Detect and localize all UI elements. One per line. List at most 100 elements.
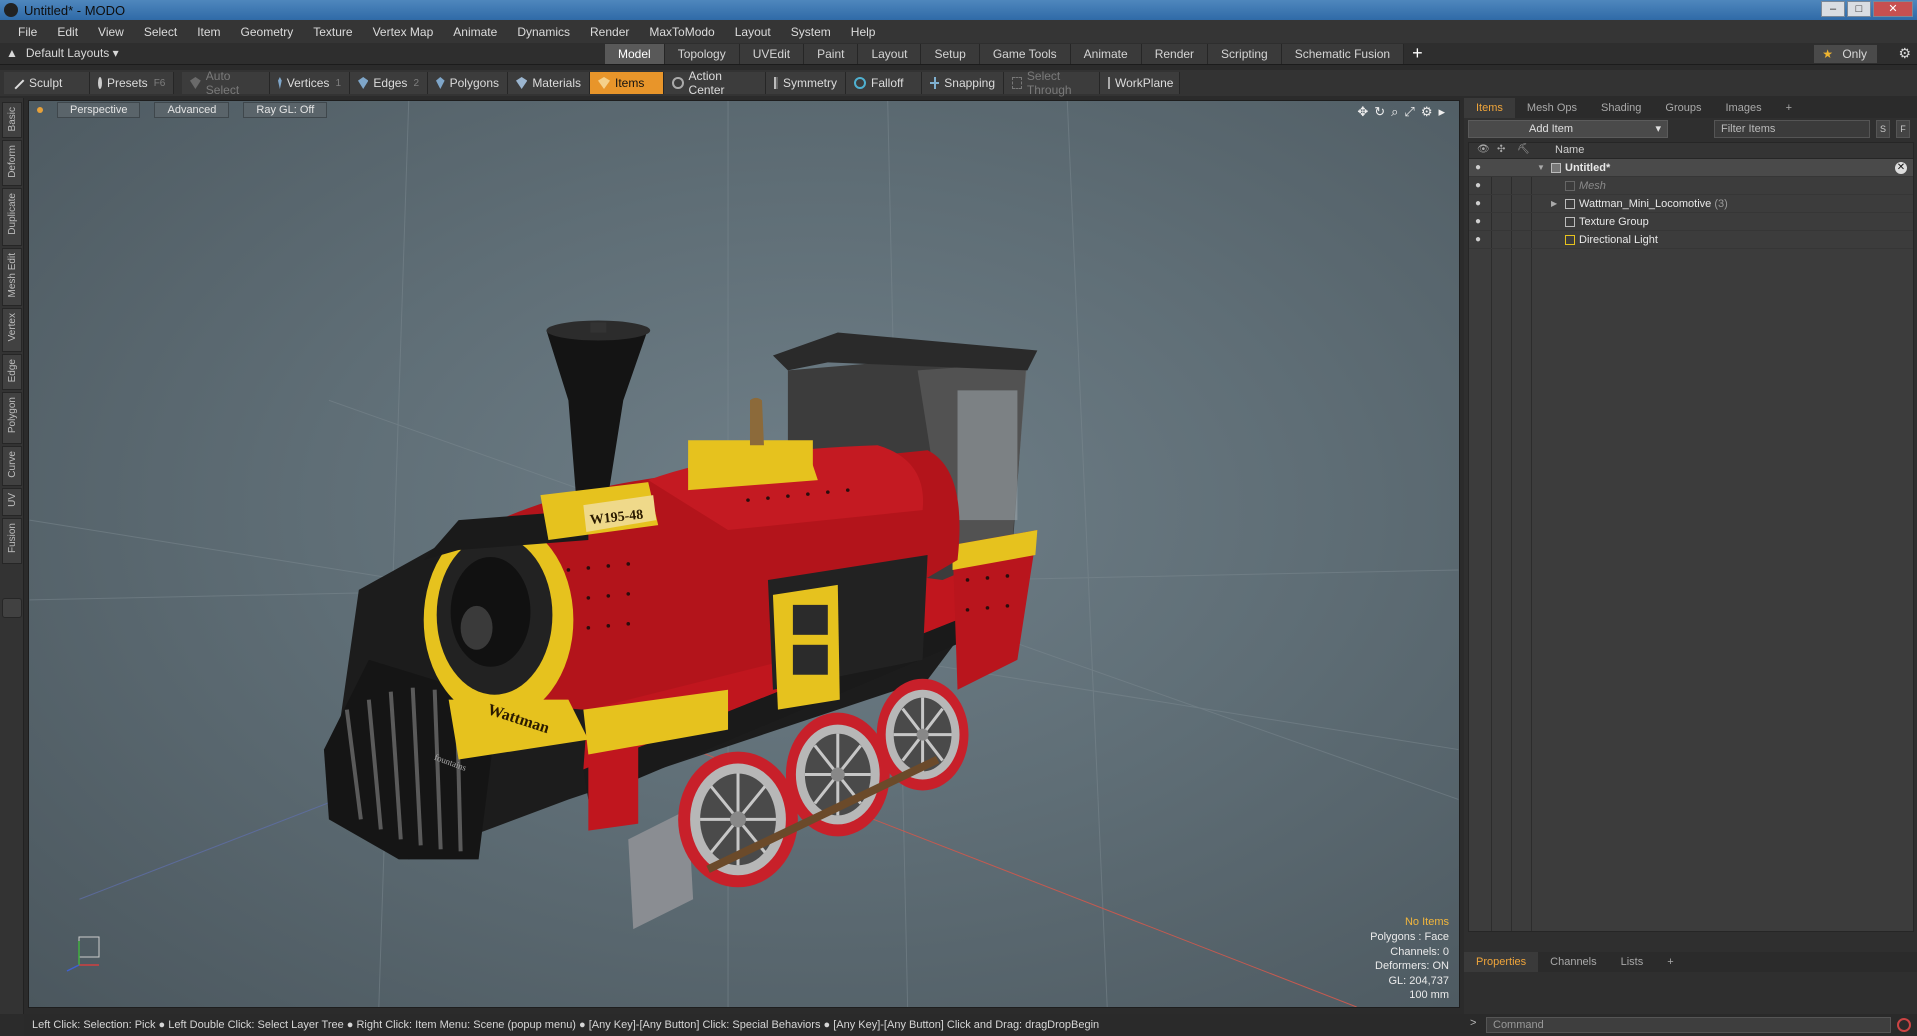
- materials-button[interactable]: Materials: [508, 72, 590, 94]
- select-through-button[interactable]: Select Through: [1004, 69, 1100, 97]
- tooltab-basic[interactable]: Basic: [2, 102, 22, 138]
- add-panel-tab-button[interactable]: +: [1774, 98, 1804, 118]
- tooltab-fusion[interactable]: Fusion: [2, 518, 22, 564]
- visibility-column-icon[interactable]: 👁: [1477, 144, 1490, 155]
- search-toggle-s[interactable]: S: [1876, 120, 1890, 138]
- tab-setup[interactable]: Setup: [921, 44, 980, 64]
- add-tab-button[interactable]: +: [1412, 44, 1423, 64]
- tab-layout[interactable]: Layout: [858, 44, 922, 64]
- filter-items-input[interactable]: Filter Items: [1714, 120, 1870, 138]
- menu-file[interactable]: File: [8, 25, 47, 39]
- menu-render[interactable]: Render: [580, 25, 639, 39]
- menu-help[interactable]: Help: [841, 25, 886, 39]
- menu-vertex-map[interactable]: Vertex Map: [363, 25, 444, 39]
- menu-texture[interactable]: Texture: [303, 25, 362, 39]
- eye-icon[interactable]: ●: [1475, 177, 1481, 195]
- tab-images[interactable]: Images: [1714, 98, 1774, 118]
- tooltab-mesh-edit[interactable]: Mesh Edit: [2, 248, 22, 306]
- tree-row-texture-group[interactable]: ● Texture Group: [1469, 213, 1913, 231]
- menu-item[interactable]: Item: [187, 25, 230, 39]
- tab-lists[interactable]: Lists: [1609, 952, 1656, 972]
- tab-properties[interactable]: Properties: [1464, 952, 1539, 972]
- pan-icon[interactable]: ✥: [1357, 104, 1368, 120]
- presets-button[interactable]: Presets F6: [90, 72, 174, 94]
- raygl-button[interactable]: Ray GL: Off: [243, 102, 328, 118]
- polygons-button[interactable]: Polygons: [428, 72, 508, 94]
- close-scene-icon[interactable]: ✕: [1895, 162, 1907, 174]
- snapping-button[interactable]: Snapping: [922, 72, 1004, 94]
- tooltab-uv[interactable]: UV: [2, 488, 22, 516]
- add-properties-tab-button[interactable]: +: [1655, 952, 1685, 972]
- tree-row-locomotive[interactable]: ● ▶ Wattman_Mini_Locomotive (3): [1469, 195, 1913, 213]
- tab-model[interactable]: Model: [605, 44, 665, 64]
- 3d-viewport[interactable]: Wattman fountains W195-48 Perspective Ad…: [28, 100, 1460, 1008]
- tooltab-polygon[interactable]: Polygon: [2, 392, 22, 444]
- menu-edit[interactable]: Edit: [47, 25, 88, 39]
- tab-animate[interactable]: Animate: [1070, 44, 1142, 64]
- tab-uvedit[interactable]: UVEdit: [739, 44, 805, 64]
- falloff-button[interactable]: Falloff: [846, 72, 922, 94]
- expand-arrow-icon[interactable]: ▶: [1551, 195, 1557, 213]
- tree-row-directional-light[interactable]: ● Directional Light: [1469, 231, 1913, 249]
- eye-icon[interactable]: ●: [1475, 231, 1481, 249]
- tab-shading[interactable]: Shading: [1589, 98, 1653, 118]
- name-column[interactable]: Name: [1555, 144, 1584, 156]
- view-type-button[interactable]: Perspective: [57, 102, 141, 118]
- tab-channels[interactable]: Channels: [1538, 952, 1608, 972]
- menu-animate[interactable]: Animate: [443, 25, 507, 39]
- tooltab-edge[interactable]: Edge: [2, 354, 22, 390]
- add-item-button[interactable]: Add Item ▾: [1468, 120, 1668, 138]
- tab-items[interactable]: Items: [1464, 98, 1515, 118]
- auto-select-button[interactable]: Auto Select: [182, 69, 270, 97]
- tree-row-mesh[interactable]: ● Mesh: [1469, 177, 1913, 195]
- tab-groups[interactable]: Groups: [1653, 98, 1713, 118]
- tab-paint[interactable]: Paint: [804, 44, 859, 64]
- lock-column-icon[interactable]: ✣: [1497, 144, 1505, 155]
- sculpt-button[interactable]: Sculpt: [4, 72, 90, 94]
- close-button[interactable]: ✕: [1873, 1, 1913, 17]
- expand-arrow-icon[interactable]: ▸: [1438, 104, 1445, 120]
- tooltab-deform[interactable]: Deform: [2, 140, 22, 186]
- fit-icon[interactable]: ⤢: [1404, 104, 1414, 120]
- menu-dynamics[interactable]: Dynamics: [507, 25, 580, 39]
- record-macro-icon[interactable]: [1897, 1018, 1911, 1032]
- tab-game-tools[interactable]: Game Tools: [979, 44, 1071, 64]
- viewport-menu-dot[interactable]: [37, 107, 43, 113]
- viewport-settings-icon[interactable]: ⚙: [1421, 104, 1433, 120]
- rotate-icon[interactable]: ↻: [1374, 104, 1385, 120]
- eye-icon[interactable]: ●: [1475, 195, 1481, 213]
- only-toggle[interactable]: ★ Only: [1814, 45, 1877, 63]
- items-button[interactable]: Items: [590, 72, 664, 94]
- render-column-icon[interactable]: ⛏: [1517, 144, 1530, 155]
- workplane-button[interactable]: WorkPlane: [1100, 72, 1180, 94]
- action-center-button[interactable]: Action Center: [664, 69, 766, 97]
- vertices-button[interactable]: Vertices 1: [270, 72, 350, 94]
- zoom-icon[interactable]: ⌕: [1391, 104, 1398, 120]
- layouts-dropdown[interactable]: ▲ Default Layouts ▾: [6, 46, 119, 60]
- symmetry-button[interactable]: Symmetry: [766, 72, 846, 94]
- tooltab-duplicate[interactable]: Duplicate: [2, 188, 22, 246]
- collapse-arrow-icon[interactable]: ▼: [1537, 159, 1545, 177]
- tab-scripting[interactable]: Scripting: [1208, 44, 1282, 64]
- menu-geometry[interactable]: Geometry: [231, 25, 304, 39]
- tab-mesh-ops[interactable]: Mesh Ops: [1515, 98, 1589, 118]
- menu-maxtomodo[interactable]: MaxToModo: [639, 25, 724, 39]
- menu-view[interactable]: View: [88, 25, 134, 39]
- menu-layout[interactable]: Layout: [725, 25, 781, 39]
- maximize-button[interactable]: □: [1847, 1, 1871, 17]
- tooltab-extra[interactable]: [2, 598, 22, 618]
- menu-system[interactable]: System: [781, 25, 841, 39]
- tree-row-scene[interactable]: ● ▼ Untitled* ✕: [1469, 159, 1913, 177]
- gear-icon[interactable]: ⚙: [1898, 45, 1911, 62]
- tab-schematic-fusion[interactable]: Schematic Fusion: [1281, 44, 1405, 64]
- tab-topology[interactable]: Topology: [664, 44, 740, 64]
- search-toggle-f[interactable]: F: [1896, 120, 1910, 138]
- minimize-button[interactable]: –: [1821, 1, 1845, 17]
- eye-icon[interactable]: ●: [1475, 159, 1481, 177]
- tooltab-vertex[interactable]: Vertex: [2, 308, 22, 352]
- menu-select[interactable]: Select: [134, 25, 187, 39]
- tab-render[interactable]: Render: [1141, 44, 1209, 64]
- shading-mode-button[interactable]: Advanced: [154, 102, 230, 118]
- command-input[interactable]: Command: [1486, 1017, 1891, 1033]
- eye-icon[interactable]: ●: [1475, 213, 1481, 231]
